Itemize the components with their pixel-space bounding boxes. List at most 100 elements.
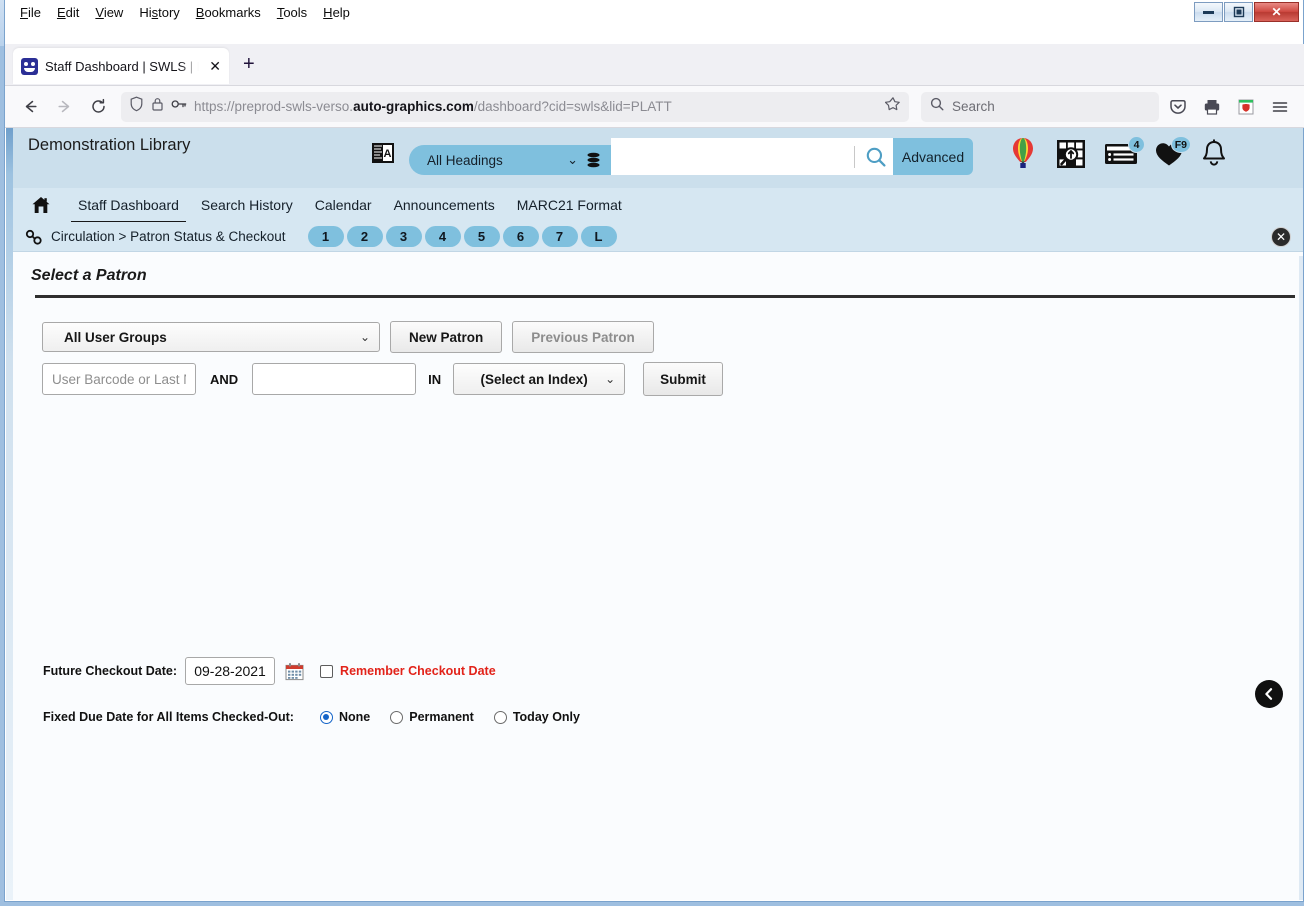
hamburger-menu-icon[interactable]	[1265, 92, 1295, 122]
remember-checkout-date-label: Remember Checkout Date	[340, 664, 496, 678]
database-icon[interactable]	[586, 152, 601, 169]
step-pill-5[interactable]: 5	[463, 226, 500, 247]
browser-search-bar[interactable]: Search	[921, 91, 1159, 122]
step-pill-6[interactable]: 6	[502, 226, 539, 247]
nav-tab-search-history[interactable]: Search History	[190, 190, 304, 221]
menu-help[interactable]: Help	[316, 2, 357, 23]
main-content: Select a Patron All User Groups ⌄ New Pa…	[13, 252, 1303, 900]
search-term-1-input[interactable]	[42, 363, 196, 395]
window-controls: ✕	[1179, 0, 1303, 24]
calendar-icon[interactable]	[285, 662, 304, 681]
step-pill-4[interactable]: 4	[424, 226, 461, 247]
radio-button	[493, 710, 507, 724]
verso-favicon	[21, 57, 38, 75]
menu-view[interactable]: View	[88, 2, 130, 23]
title-divider	[35, 295, 1295, 298]
step-pill-l[interactable]: L	[580, 226, 617, 247]
right-edge-stripe	[1299, 256, 1303, 900]
print-icon[interactable]	[1197, 92, 1227, 122]
menu-file[interactable]: File	[13, 2, 48, 23]
heart-icon[interactable]: F9	[1154, 136, 1191, 173]
step-pill-7[interactable]: 7	[541, 226, 578, 247]
balloon-icon[interactable]	[1008, 136, 1038, 177]
menu-edit[interactable]: Edit	[50, 2, 86, 23]
radio-label-today-only: Today Only	[512, 710, 580, 724]
close-button[interactable]: ✕	[1254, 2, 1299, 22]
list-badge: 4	[1128, 136, 1145, 153]
nav-tab-announcements[interactable]: Announcements	[383, 190, 506, 221]
restore-button[interactable]	[1224, 2, 1253, 22]
floating-back-button[interactable]	[1255, 680, 1283, 708]
bell-icon[interactable]	[1200, 139, 1228, 174]
bookmark-star-icon[interactable]	[884, 96, 901, 117]
url-bar[interactable]: https://preprod-swls-verso.auto-graphics…	[121, 91, 909, 122]
reload-icon[interactable]	[83, 92, 113, 122]
radio-label-none: None	[338, 710, 371, 724]
user-group-select[interactable]: All User Groups ⌄	[42, 322, 380, 352]
search-icon	[930, 97, 944, 116]
patron-filter-row: All User Groups ⌄ New Patron Previous Pa…	[42, 321, 654, 353]
and-label: AND	[210, 371, 239, 387]
radio-label-permanent: Permanent	[409, 710, 474, 724]
extension-icon[interactable]	[1231, 92, 1261, 122]
remember-checkout-date-checkbox[interactable]: Remember Checkout Date	[320, 664, 496, 678]
tab-strip: Staff Dashboard | SWLS | PLATT ✕ +	[5, 44, 1304, 86]
step-pill-3[interactable]: 3	[385, 226, 422, 247]
search-term-2-input[interactable]	[252, 363, 417, 395]
advanced-search-button[interactable]: Advanced	[893, 138, 973, 175]
back-icon[interactable]	[15, 92, 45, 122]
tab-title: Staff Dashboard | SWLS | PLATT	[45, 58, 203, 74]
tab-close-icon[interactable]: ✕	[209, 58, 221, 75]
library-name: Demonstration Library	[28, 136, 191, 154]
future-checkout-date-input[interactable]	[185, 657, 276, 685]
map-search-icon[interactable]	[1054, 137, 1088, 176]
user-group-value: All User Groups	[64, 329, 167, 345]
patron-search-row: AND IN (Select an Index) ⌄ Submit	[42, 362, 723, 396]
index-select[interactable]: (Select an Index) ⌄	[453, 363, 626, 395]
breadcrumb-bar: Circulation > Patron Status & Checkout 1…	[13, 222, 1303, 252]
app-header: Demonstration Library A All Headings ⌄ A…	[13, 128, 1303, 223]
index-value: (Select an Index)	[480, 371, 588, 387]
previous-patron-button[interactable]: Previous Patron	[512, 321, 654, 353]
future-checkout-row: Future Checkout Date: 09-28-2021 Remembe…	[43, 657, 496, 685]
browser-toolbar: https://preprod-swls-verso.auto-graphics…	[5, 86, 1304, 128]
svg-text:A: A	[384, 148, 392, 160]
shield-icon	[129, 96, 144, 117]
menu-bookmarks[interactable]: Bookmarks	[189, 2, 268, 23]
list-icon[interactable]: 4	[1104, 136, 1145, 173]
step-pill-1[interactable]: 1	[307, 226, 344, 247]
search-scope-select[interactable]: All Headings ⌄	[409, 145, 611, 175]
search-input[interactable]	[611, 140, 854, 173]
page-title: Select a Patron	[31, 267, 147, 284]
header-icon-group: 4 F9	[1008, 136, 1228, 177]
chevron-down-icon: ⌄	[605, 372, 616, 386]
chevron-down-icon: ⌄	[567, 152, 578, 167]
radio-button	[390, 710, 404, 724]
permissions-key-icon[interactable]	[171, 97, 187, 116]
alphabet-browse-icon[interactable]: A	[371, 141, 395, 165]
new-patron-button[interactable]: New Patron	[390, 321, 503, 353]
radio-option-permanent[interactable]: Permanent	[390, 710, 474, 724]
radio-option-today-only[interactable]: Today Only	[493, 710, 580, 724]
radio-option-none[interactable]: None	[319, 710, 371, 724]
close-workflow-icon[interactable]: ✕	[1271, 227, 1291, 247]
menu-tools[interactable]: Tools	[270, 2, 314, 23]
new-tab-button[interactable]: +	[243, 54, 255, 74]
step-pills: 1 2 3 4 5 6 7 L	[307, 226, 617, 247]
lock-icon	[151, 96, 164, 117]
step-pill-2[interactable]: 2	[346, 226, 383, 247]
nav-tab-staff-dashboard[interactable]: Staff Dashboard	[67, 190, 190, 224]
link-icon	[25, 229, 43, 245]
home-icon[interactable]	[31, 195, 51, 215]
submit-button[interactable]: Submit	[643, 362, 723, 396]
web-app: Demonstration Library A All Headings ⌄ A…	[6, 128, 1303, 900]
browser-tab[interactable]: Staff Dashboard | SWLS | PLATT ✕	[13, 48, 229, 84]
menu-history[interactable]: History	[132, 2, 186, 23]
minimize-button[interactable]	[1194, 2, 1223, 22]
pocket-icon[interactable]	[1163, 92, 1193, 122]
search-submit-icon[interactable]	[855, 138, 897, 175]
nav-tab-marc21-format[interactable]: MARC21 Format	[506, 190, 633, 221]
browser-menu-bar: File Edit View History Bookmarks Tools H…	[5, 0, 357, 24]
nav-tab-calendar[interactable]: Calendar	[304, 190, 383, 221]
forward-icon[interactable]	[49, 92, 79, 122]
